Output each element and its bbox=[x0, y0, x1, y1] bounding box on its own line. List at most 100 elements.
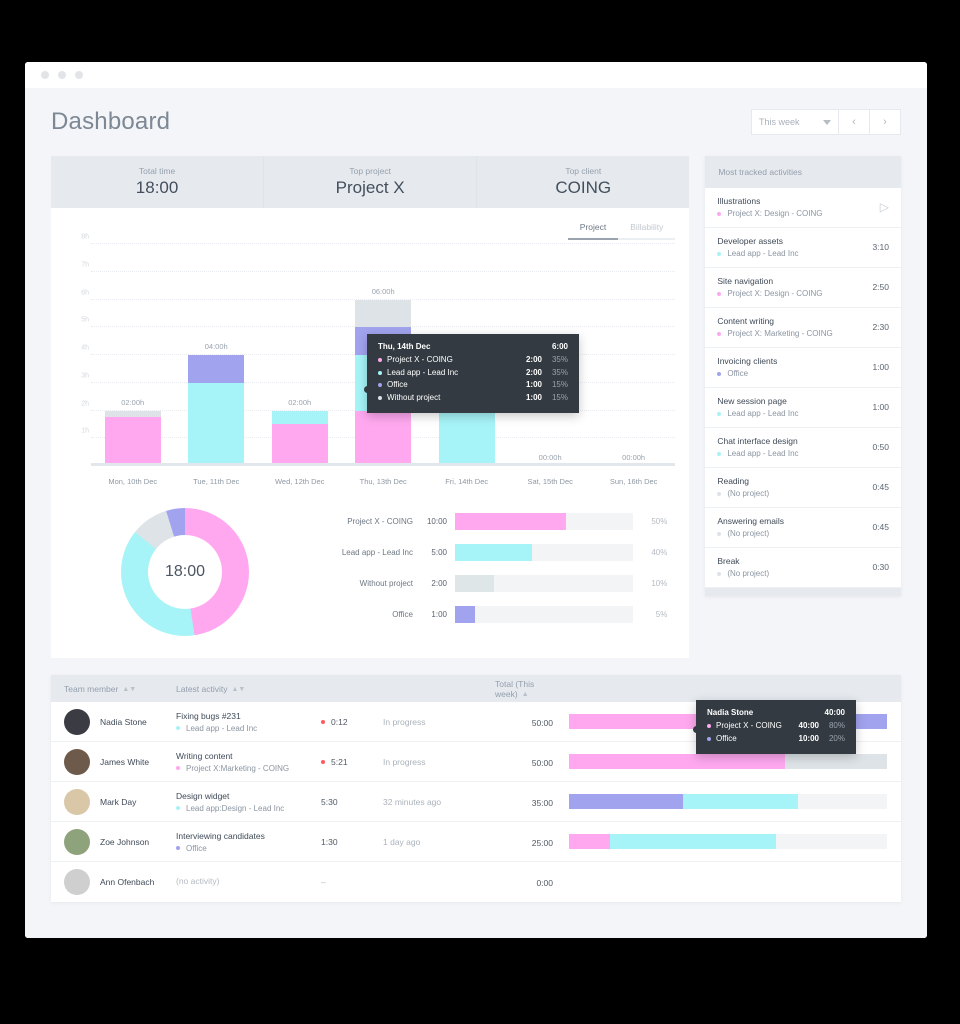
total-bar-segment bbox=[569, 754, 786, 769]
donut-chart-wrap: 18:00 bbox=[65, 508, 305, 636]
sort-icon[interactable]: ▲▼ bbox=[122, 686, 136, 693]
bar-stack bbox=[188, 355, 245, 466]
activity-main: Answering emails (No project) bbox=[717, 516, 872, 538]
tooltip-row: Office 10:00 20% bbox=[707, 733, 845, 746]
activity-list-item[interactable]: New session page Lead app - Lead Inc 1:0… bbox=[705, 388, 901, 428]
sort-asc-icon[interactable]: ▲ bbox=[522, 691, 529, 698]
project-name: Project X - COING bbox=[347, 516, 413, 526]
cell-total: 35:00 bbox=[493, 793, 563, 811]
project-duration: 1:00 bbox=[431, 609, 447, 619]
bar-segment bbox=[271, 410, 328, 425]
tooltip-total: 40:00 bbox=[824, 708, 845, 717]
chart-tabs: Project Billability bbox=[65, 218, 676, 240]
bar-column[interactable]: 00:00h bbox=[592, 244, 675, 466]
activity-title: Invoicing clients bbox=[717, 356, 778, 366]
project-bar-row[interactable]: Without project 2:00 10% bbox=[305, 572, 667, 594]
sort-icon[interactable]: ▲▼ bbox=[232, 686, 246, 693]
project-bar-row[interactable]: Project X - COING 10:00 50% bbox=[305, 510, 667, 532]
window-maximize-dot[interactable] bbox=[75, 71, 83, 79]
activity-list-item[interactable]: Reading (No project) 0:45 bbox=[705, 468, 901, 508]
main-charts-column: Total time 18:00 Top project Project X T… bbox=[51, 156, 690, 658]
table-row[interactable]: Mark Day Design widget Lead app:Design -… bbox=[51, 782, 901, 822]
project-name: Lead app - Lead Inc bbox=[341, 547, 413, 557]
activity-main: Content writing Project X: Marketing - C… bbox=[717, 316, 872, 338]
play-timer-icon[interactable]: ▷ bbox=[880, 201, 889, 213]
cell-duration: 5:30 bbox=[321, 797, 383, 807]
activities-card: Most tracked activities Illustrations Pr… bbox=[705, 156, 901, 596]
bar-column[interactable]: 02:00h bbox=[91, 244, 174, 466]
activity-list-item[interactable]: Developer assets Lead app - Lead Inc 3:1… bbox=[705, 228, 901, 268]
total-bar-segment bbox=[569, 794, 684, 809]
activity-list-item[interactable]: Break (No project) 0:30 bbox=[705, 548, 901, 588]
tooltip-row: Lead app - Lead Inc 2:00 35% bbox=[378, 367, 568, 380]
activity-list-item[interactable]: Answering emails (No project) 0:45 bbox=[705, 508, 901, 548]
activity-main: Invoicing clients Office bbox=[717, 356, 872, 378]
tooltip-row-name: Office bbox=[387, 380, 408, 389]
activity-duration: 3:10 bbox=[872, 242, 889, 252]
activity-project: Lead app - Lead Inc bbox=[176, 724, 321, 733]
window-minimize-dot[interactable] bbox=[58, 71, 66, 79]
cell-duration: 1:30 bbox=[321, 837, 383, 847]
activity-duration: 2:50 bbox=[872, 282, 889, 292]
y-tick: 6h bbox=[81, 289, 89, 296]
x-tick-label: Sun, 16th Dec bbox=[609, 477, 658, 486]
activity-title: Illustrations bbox=[717, 196, 761, 206]
project-color-dot bbox=[717, 211, 722, 216]
team-row-tooltip: Nadia Stone 40:00 Project X - COING 40:0… bbox=[693, 700, 856, 754]
cell-member: Ann Ofenbach bbox=[51, 869, 176, 895]
activity-project: Project X: Design - COING bbox=[717, 209, 879, 218]
tab-project[interactable]: Project bbox=[567, 218, 619, 240]
project-bar-fill bbox=[455, 574, 495, 592]
activity-list-item[interactable]: Content writing Project X: Marketing - C… bbox=[705, 308, 901, 348]
date-range-select[interactable]: This week bbox=[751, 109, 839, 135]
bar-stack bbox=[104, 410, 161, 466]
cell-member: James White bbox=[51, 748, 176, 775]
project-bar-row[interactable]: Lead app - Lead Inc 5:00 40% bbox=[305, 541, 667, 563]
activity-list-item[interactable]: Illustrations Project X: Design - COING … bbox=[705, 188, 901, 228]
bar-column[interactable]: 02:00h bbox=[258, 244, 341, 466]
cell-total: 0:00 bbox=[493, 873, 563, 891]
table-row[interactable]: Zoe Johnson Interviewing candidates Offi… bbox=[51, 822, 901, 862]
activity-duration: 0:45 bbox=[872, 522, 889, 532]
table-row[interactable]: Ann Ofenbach (no activity) – 0:00 bbox=[51, 862, 901, 902]
next-period-button[interactable]: › bbox=[870, 109, 901, 135]
window-close-dot[interactable] bbox=[41, 71, 49, 79]
column-header-activity[interactable]: Latest activity ▲▼ bbox=[176, 684, 321, 694]
activity-list-item[interactable]: Invoicing clients Office 1:00 bbox=[705, 348, 901, 388]
tab-billability[interactable]: Billability bbox=[618, 218, 676, 240]
activities-panel-title: Most tracked activities bbox=[705, 156, 901, 188]
y-axis: 1h 2h 3h 4h 5h 6h 7h 8h bbox=[65, 234, 89, 466]
duration-value: 1:30 bbox=[321, 836, 338, 847]
project-name: Office bbox=[392, 609, 413, 619]
tooltip-row-name: Without project bbox=[387, 392, 441, 402]
bar-column[interactable]: 04:00h bbox=[174, 244, 257, 466]
prev-period-button[interactable]: ‹ bbox=[839, 109, 870, 135]
total-bar-track bbox=[569, 794, 887, 809]
top-area: Total time 18:00 Top project Project X T… bbox=[51, 156, 901, 658]
column-header-total[interactable]: Total (This week) ▲ bbox=[493, 679, 563, 699]
tooltip-title: Nadia Stone bbox=[707, 708, 754, 717]
cell-activity: Fixing bugs #231 Lead app - Lead Inc bbox=[176, 711, 321, 733]
project-bar-row[interactable]: Office 1:00 5% bbox=[305, 603, 667, 625]
project-bar-track bbox=[455, 605, 634, 623]
summary-card-label: Top client bbox=[565, 166, 602, 176]
tooltip-rows: Project X - COING 2:00 35% Lead app - Le… bbox=[378, 354, 568, 404]
activity-title: Developer assets bbox=[717, 236, 784, 246]
activity-project: (No project) bbox=[717, 529, 872, 538]
bar-segment bbox=[104, 410, 161, 418]
activity-list-item[interactable]: Site navigation Project X: Design - COIN… bbox=[705, 268, 901, 308]
legend-dot bbox=[378, 383, 382, 388]
avatar bbox=[64, 869, 90, 895]
tooltip-header: Nadia Stone 40:00 bbox=[707, 708, 845, 717]
total-bar-track bbox=[569, 754, 887, 769]
legend-dot bbox=[378, 370, 382, 375]
cell-duration: 5:21 bbox=[321, 757, 383, 767]
tooltip-row-percent: 20% bbox=[828, 733, 845, 743]
total-bar-segment bbox=[610, 834, 776, 849]
x-tick-label: Mon, 10th Dec bbox=[108, 477, 158, 486]
recording-dot-icon bbox=[321, 759, 325, 764]
tooltip-row-value: 2:00 bbox=[525, 355, 542, 364]
activity-list-item[interactable]: Chat interface design Lead app - Lead In… bbox=[705, 428, 901, 468]
bar-chart-tooltip: Thu, 14th Dec 6:00 Project X - COING 2:0… bbox=[364, 334, 579, 413]
column-header-member[interactable]: Team member ▲▼ bbox=[51, 684, 176, 694]
